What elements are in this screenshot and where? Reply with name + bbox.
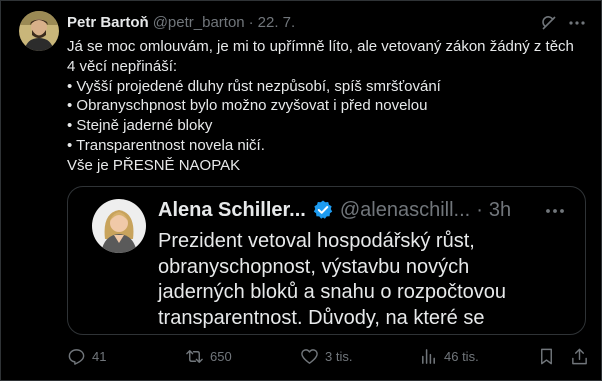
quoted-tweet[interactable]: Alena Schiller... @alenaschill... · 3h P… [67,186,586,335]
quoted-text-line: Prezident vetoval hospodářský růst, [158,230,475,252]
views-icon [422,348,435,364]
grok-icon[interactable] [539,13,559,33]
tweet-text: Já se moc omlouvám, je mi to upřímně lít… [67,37,587,176]
reply-icon [68,348,85,365]
quoted-author-name[interactable]: Alena Schiller... [158,199,306,222]
quoted-tweet-header: Alena Schiller... @alenaschill... · 3h [158,197,511,223]
author-handle[interactable]: @petr_barton [153,14,245,31]
author-avatar[interactable] [19,11,59,51]
author-name[interactable]: Petr Bartoň [67,14,149,31]
heart-icon [301,348,318,364]
tweet-header: Petr Bartoň @petr_barton · 22. 7. [67,13,295,31]
share-icon [572,348,587,364]
separator-dot: · [476,198,483,221]
share-button[interactable] [570,345,595,367]
action-bar: 41 650 3 tis. 46 tis. [67,345,592,367]
tweet-text-line: Já se moc omlouvám, je mi to upřímně lít… [67,38,574,55]
tweet-text-line: • Transparentnost novela ničí. [67,136,265,154]
separator-dot: · [248,13,254,31]
tweet-timestamp[interactable]: 22. 7. [258,14,296,31]
tweet-text-line: • Stejně jaderné bloky [67,117,213,135]
tweet-text-line: • Vyšší projedené dluhy růst nezpůsobí, … [67,77,441,95]
views-count: 46 tis. [444,348,479,364]
tweet-card[interactable]: Petr Bartoň @petr_barton · 22. 7. Já se … [0,0,602,381]
reply-count: 41 [92,348,107,364]
like-button[interactable]: 3 tis. [300,345,352,367]
repost-icon [186,349,203,363]
verified-badge-icon [312,199,334,221]
quoted-timestamp[interactable]: 3h [489,199,511,222]
quoted-more-icon[interactable] [543,199,567,223]
tweet-text-line: 4 věcí nepřináší: [67,57,178,75]
quoted-author-handle[interactable]: @alenaschill... [340,199,470,222]
tweet-text-line: Vše je PŘESNĚ NAOPAK [67,156,241,174]
more-icon[interactable] [567,13,587,33]
quoted-author-avatar[interactable] [92,199,146,253]
reply-button[interactable]: 41 [67,345,106,367]
repost-button[interactable]: 650 [185,345,232,367]
quoted-text-line: transparentnost. Důvody, na které se [158,306,485,329]
views-button[interactable]: 46 tis. [419,345,479,367]
quoted-tweet-text: Prezident vetoval hospodářský růst, obra… [158,229,578,331]
bookmark-button[interactable] [537,345,562,367]
like-count: 3 tis. [325,348,353,364]
bookmark-icon [541,348,552,364]
quoted-text-line: jaderných bloků a snahu o rozpočtovou [158,281,507,303]
quoted-text-line: obranyschopnost, výstavbu nových [158,255,470,278]
repost-count: 650 [210,348,232,364]
tweet-text-line: • Obranyschpnost bylo možno zvyšovat i p… [67,97,428,115]
